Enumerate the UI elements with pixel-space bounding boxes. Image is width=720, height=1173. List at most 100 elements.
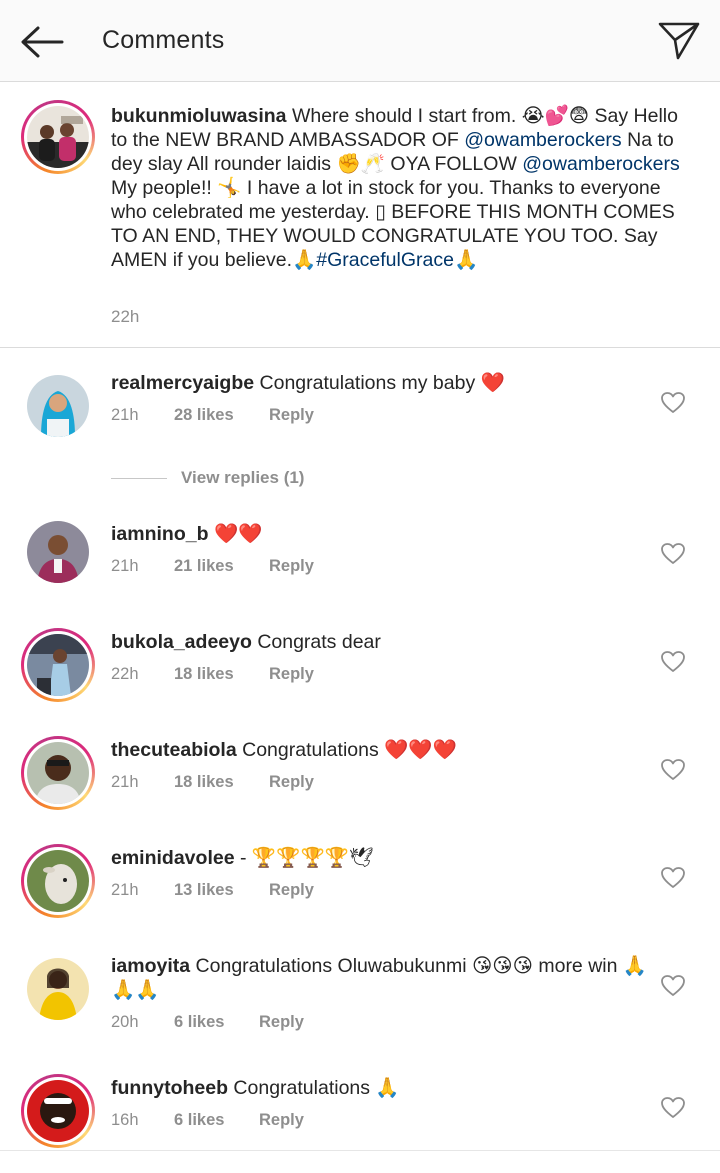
post-caption: bukunmioluwasina Where should I start fr… xyxy=(0,82,720,348)
story-ring[interactable] xyxy=(21,844,95,918)
comment-timestamp: 16h xyxy=(111,1111,139,1129)
back-button[interactable] xyxy=(18,22,66,62)
like-button[interactable] xyxy=(660,542,686,566)
comment-text: thecuteabiola Congratulations ❤️❤️❤️ xyxy=(111,738,651,762)
avatar xyxy=(27,850,89,912)
caption-mention-link[interactable]: @owamberockers xyxy=(464,129,621,151)
likes-count[interactable]: 28 likes xyxy=(174,406,269,425)
reply-button[interactable]: Reply xyxy=(269,881,314,900)
story-ring[interactable] xyxy=(21,100,95,174)
reply-button[interactable]: Reply xyxy=(259,1013,304,1032)
like-button[interactable] xyxy=(660,391,686,415)
comment-body: Congratulations ❤️❤️❤️ xyxy=(242,739,457,761)
comment-item: bukola_adeeyo Congrats dear 22h 18 likes… xyxy=(0,608,720,716)
avatar[interactable] xyxy=(27,958,89,1020)
story-ring[interactable] xyxy=(21,1074,95,1148)
comment-body: Congratulations my baby ❤️ xyxy=(259,372,505,394)
comment-username[interactable]: thecuteabiola xyxy=(111,739,237,761)
back-arrow-icon xyxy=(21,26,64,58)
comment-meta: 21h 28 likes Reply xyxy=(111,406,314,425)
comment-timestamp: 20h xyxy=(111,1013,139,1031)
comment-body: - 🏆🏆🏆🏆🕊 xyxy=(239,847,374,869)
heart-outline-icon xyxy=(661,392,685,413)
heart-outline-icon xyxy=(661,1097,685,1118)
comment-text: iamnino_b ❤️❤️ xyxy=(111,522,651,546)
comment-text: bukola_adeeyo Congrats dear xyxy=(111,630,651,654)
story-ring[interactable] xyxy=(21,628,95,702)
caption-mention-link[interactable]: #GracefulGrace xyxy=(316,249,454,271)
divider xyxy=(111,477,167,479)
comment-item: iamnino_b ❤️❤️ 21h 21 likes Reply xyxy=(0,500,720,608)
avatar xyxy=(27,634,89,696)
comment-meta: 21h 13 likes Reply xyxy=(111,881,314,900)
caption-text-segment: 🙏 xyxy=(453,249,479,271)
comment-username[interactable]: funnytoheeb xyxy=(111,1077,228,1099)
reply-button[interactable]: Reply xyxy=(269,773,314,792)
comment-meta: 21h 18 likes Reply xyxy=(111,773,314,792)
caption-text: bukunmioluwasina Where should I start fr… xyxy=(111,104,696,272)
avatar xyxy=(27,106,89,168)
likes-count[interactable]: 13 likes xyxy=(174,881,269,900)
comment-meta: 20h 6 likes Reply xyxy=(111,1013,304,1032)
likes-count[interactable]: 6 likes xyxy=(174,1013,259,1032)
next-comment-peek xyxy=(0,1150,720,1173)
caption-body: Where should I start from. 😭💕😨 Say Hello… xyxy=(111,105,680,271)
heart-outline-icon xyxy=(661,867,685,888)
avatar xyxy=(27,742,89,804)
caption-mention-link[interactable]: @owamberockers xyxy=(522,153,679,175)
like-button[interactable] xyxy=(660,974,686,998)
comment-username[interactable]: eminidavolee xyxy=(111,847,235,869)
comment-item: realmercyaigbe Congratulations my baby ❤… xyxy=(0,348,720,500)
comment-item: iamoyita Congratulations Oluwabukunmi 😘😘… xyxy=(0,932,720,1054)
reply-button[interactable]: Reply xyxy=(259,1111,304,1130)
comment-meta: 16h 6 likes Reply xyxy=(111,1111,304,1130)
heart-outline-icon xyxy=(661,651,685,672)
comment-timestamp: 21h xyxy=(111,773,139,791)
comment-item: thecuteabiola Congratulations ❤️❤️❤️ 21h… xyxy=(0,716,720,824)
comment-timestamp: 21h xyxy=(111,557,139,575)
reply-button[interactable]: Reply xyxy=(269,557,314,576)
likes-count[interactable]: 18 likes xyxy=(174,665,269,684)
comment-text: iamoyita Congratulations Oluwabukunmi 😘😘… xyxy=(111,954,651,1002)
avatar[interactable] xyxy=(27,521,89,583)
likes-count[interactable]: 6 likes xyxy=(174,1111,259,1130)
comment-body: Congratulations Oluwabukunmi 😘😘😘 more wi… xyxy=(111,955,648,1001)
comment-timestamp: 22h xyxy=(111,665,139,683)
likes-count[interactable]: 21 likes xyxy=(174,557,269,576)
heart-outline-icon xyxy=(661,975,685,996)
like-button[interactable] xyxy=(660,758,686,782)
caption-timestamp: 22h xyxy=(111,307,140,326)
comment-username[interactable]: bukola_adeeyo xyxy=(111,631,252,653)
comment-body: Congrats dear xyxy=(257,631,381,653)
likes-count[interactable]: 18 likes xyxy=(174,773,269,792)
comment-meta: 21h 21 likes Reply xyxy=(111,557,314,576)
heart-outline-icon xyxy=(661,759,685,780)
heart-outline-icon xyxy=(661,543,685,564)
comment-timestamp: 21h xyxy=(111,406,139,424)
comment-text: funnytoheeb Congratulations 🙏 xyxy=(111,1076,651,1100)
avatar[interactable] xyxy=(27,375,89,437)
caption-username[interactable]: bukunmioluwasina xyxy=(111,105,287,127)
like-button[interactable] xyxy=(660,866,686,890)
like-button[interactable] xyxy=(660,1096,686,1120)
story-ring[interactable] xyxy=(21,736,95,810)
comment-item: eminidavolee - 🏆🏆🏆🏆🕊 21h 13 likes Reply xyxy=(0,824,720,932)
comment-timestamp: 21h xyxy=(111,881,139,899)
comment-body: ❤️❤️ xyxy=(213,523,263,545)
reply-button[interactable]: Reply xyxy=(269,406,314,425)
share-button[interactable] xyxy=(656,18,702,62)
direct-send-icon xyxy=(658,22,700,60)
avatar xyxy=(27,1080,89,1142)
comment-username[interactable]: realmercyaigbe xyxy=(111,372,254,394)
comment-username[interactable]: iamnino_b xyxy=(111,523,209,545)
like-button[interactable] xyxy=(660,650,686,674)
reply-button[interactable]: Reply xyxy=(269,665,314,684)
top-bar: Comments xyxy=(0,0,720,82)
comment-text: eminidavolee - 🏆🏆🏆🏆🕊 xyxy=(111,846,651,870)
comment-item: funnytoheeb Congratulations 🙏 16h 6 like… xyxy=(0,1054,720,1150)
comment-meta: 22h 18 likes Reply xyxy=(111,665,314,684)
view-replies-button[interactable]: View replies (1) xyxy=(181,468,304,488)
comment-username[interactable]: iamoyita xyxy=(111,955,190,977)
view-replies: View replies (1) xyxy=(111,466,304,490)
comment-body: Congratulations 🙏 xyxy=(233,1077,400,1099)
